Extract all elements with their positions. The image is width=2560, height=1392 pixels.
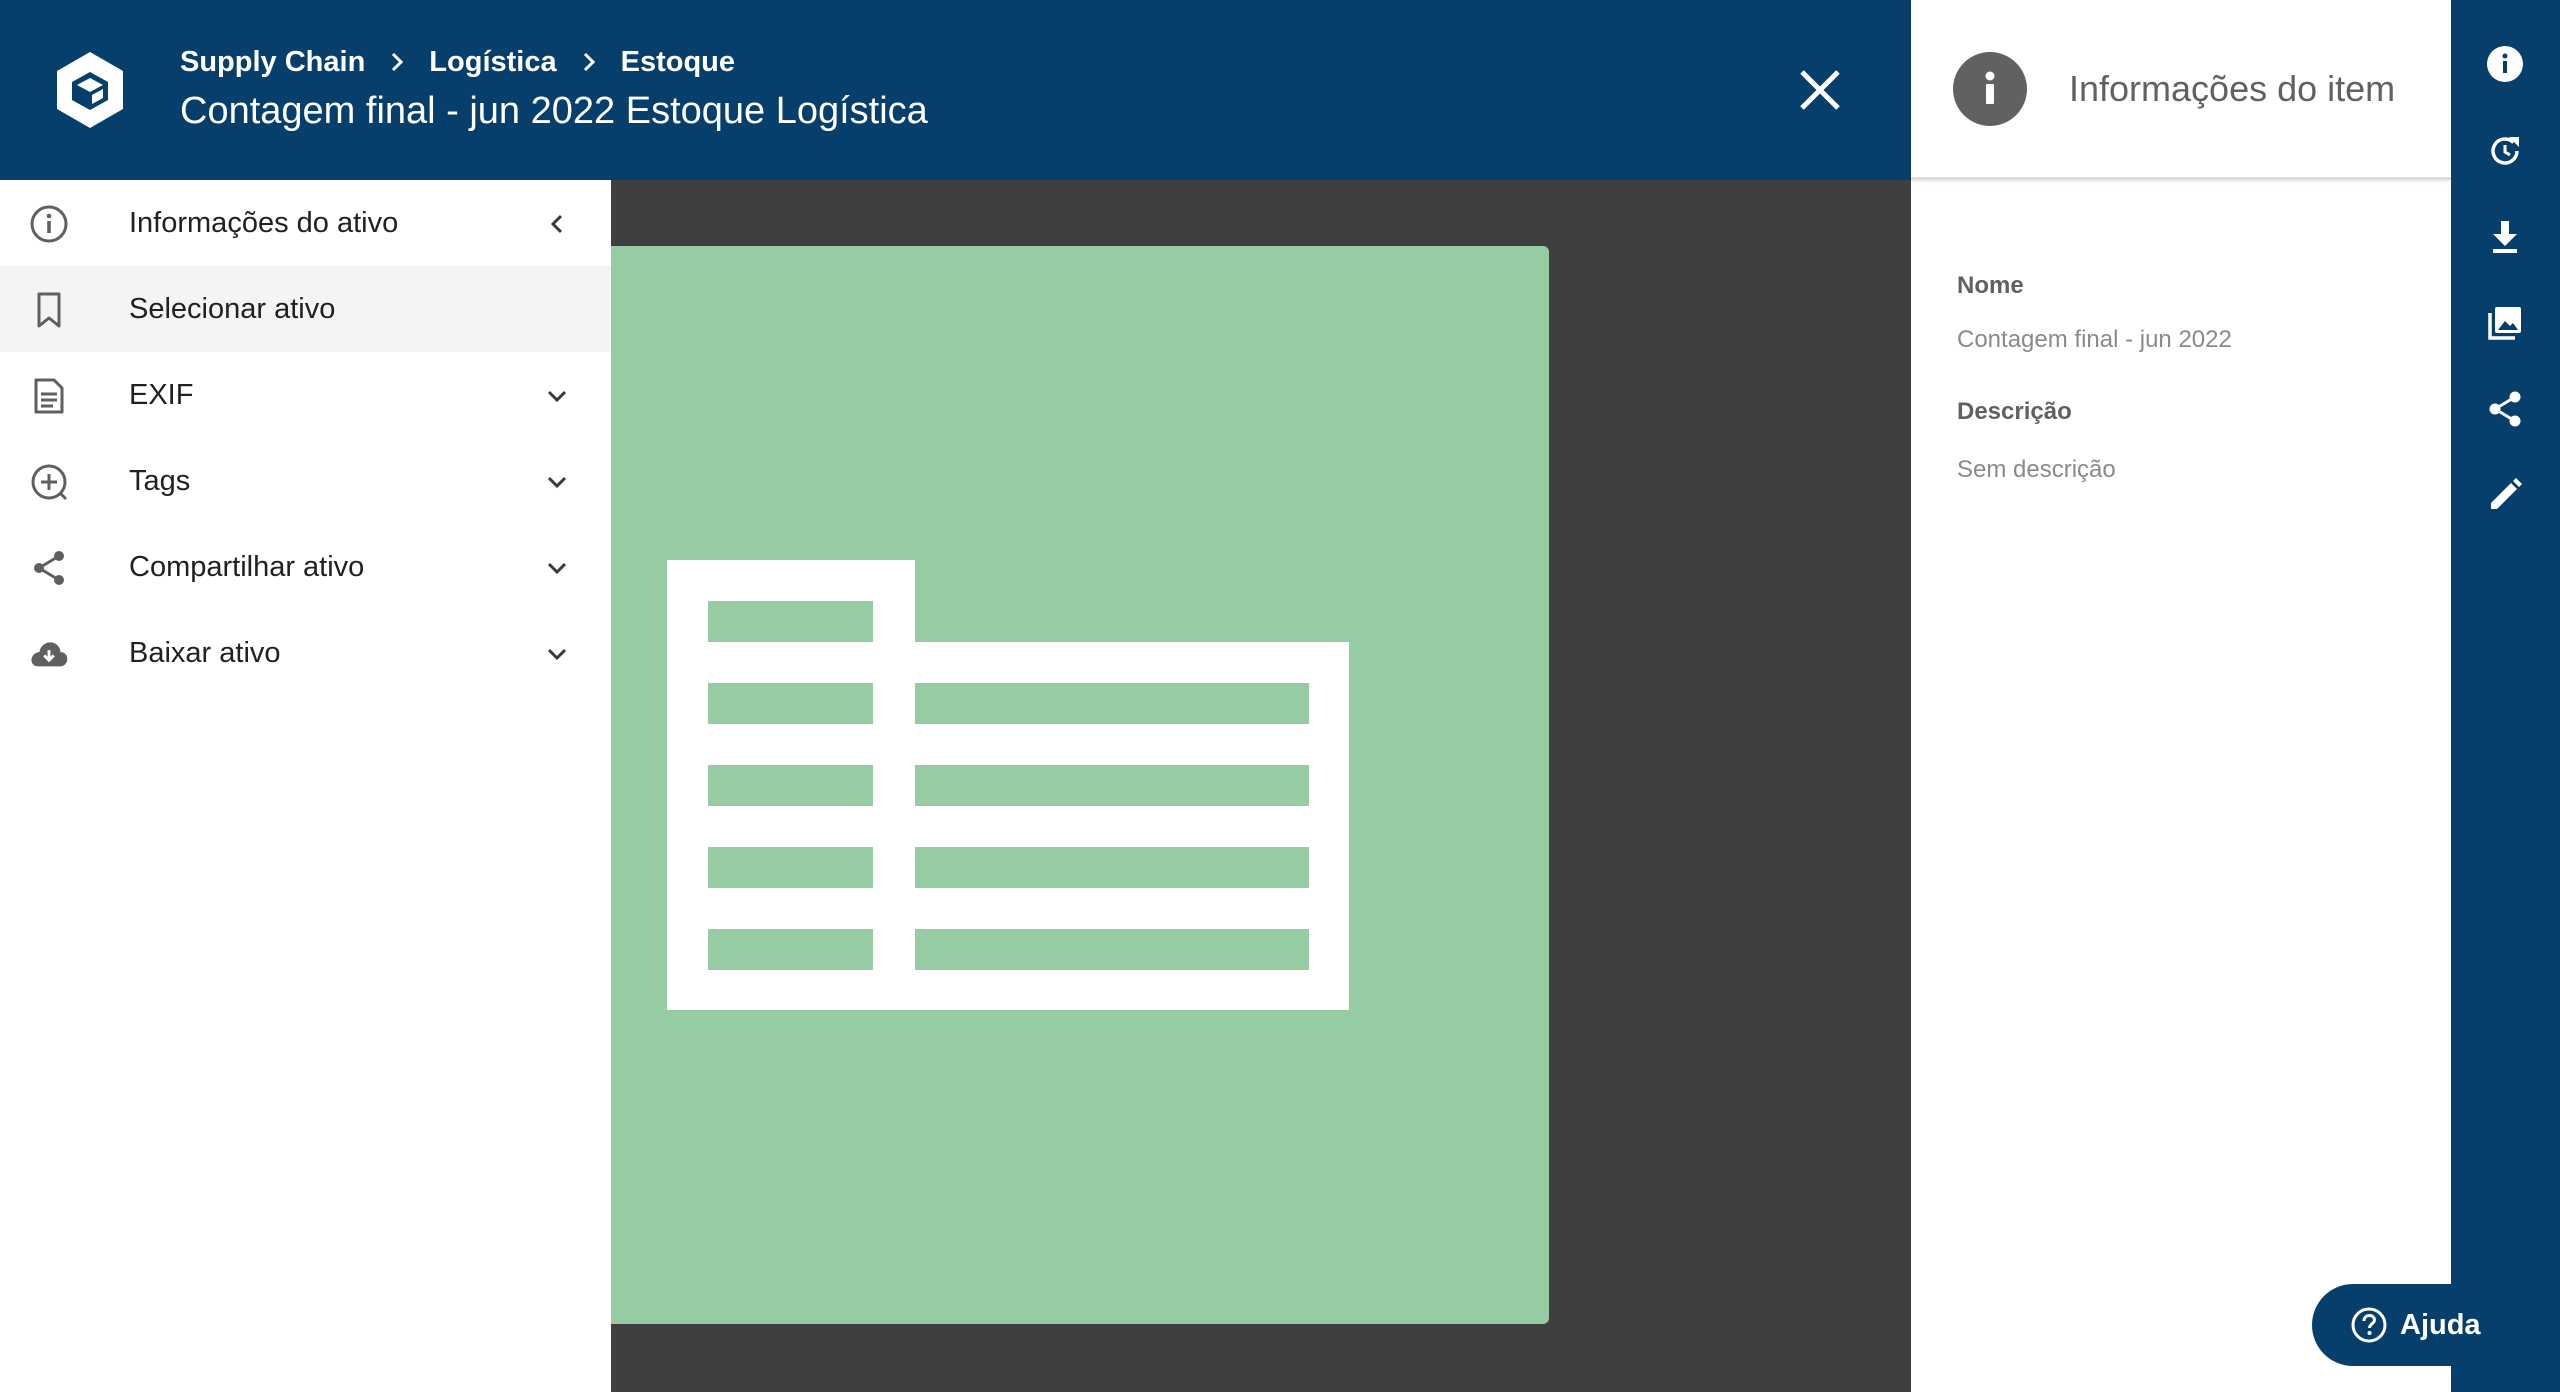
- chevron-right-icon: [389, 51, 405, 73]
- item-info-panel: Informações do item Nome Contagem final …: [1911, 0, 2451, 1392]
- chevron-down-icon[interactable]: [541, 466, 573, 498]
- breadcrumb-item-supply-chain[interactable]: Supply Chain: [180, 46, 365, 79]
- hexagon-logo-icon[interactable]: [53, 48, 127, 132]
- image-icon[interactable]: [2480, 298, 2530, 348]
- spreadsheet-icon: [667, 560, 1349, 1010]
- chevron-down-icon[interactable]: [541, 552, 573, 584]
- info-icon: [1953, 52, 2027, 126]
- add-circle-icon: [28, 461, 70, 503]
- bookmark-icon: [28, 289, 70, 331]
- sidebar-item-share-asset[interactable]: Compartilhar ativo: [0, 524, 611, 610]
- sidebar-item-download-asset[interactable]: Baixar ativo: [0, 610, 611, 696]
- sidebar-item-label: EXIF: [129, 378, 194, 411]
- share-icon: [28, 547, 70, 589]
- download-icon[interactable]: [2480, 212, 2530, 262]
- info-panel-title: Informações do item: [2069, 68, 2396, 109]
- chevron-right-icon: [581, 51, 597, 73]
- close-button[interactable]: [1790, 60, 1850, 120]
- breadcrumb: Supply Chain Logística Estoque: [180, 40, 735, 84]
- close-icon: [1800, 70, 1840, 110]
- help-circle-icon: [2351, 1307, 2387, 1343]
- info-icon[interactable]: [2480, 39, 2530, 89]
- sidebar-item-label: Compartilhar ativo: [129, 550, 365, 583]
- info-panel-header: Informações do item: [1911, 0, 2451, 180]
- share-icon[interactable]: [2480, 384, 2530, 434]
- edit-icon[interactable]: [2480, 470, 2530, 520]
- sidebar-item-label: Informações do ativo: [129, 206, 399, 239]
- field-label-name: Nome: [1957, 272, 2024, 299]
- chevron-down-icon[interactable]: [541, 638, 573, 670]
- asset-preview[interactable]: [611, 246, 1549, 1324]
- sidebar-item-tags[interactable]: Tags: [0, 438, 611, 524]
- asset-viewer: [611, 180, 1911, 1392]
- chevron-down-icon[interactable]: [541, 380, 573, 412]
- chevron-left-icon[interactable]: [541, 208, 573, 240]
- sidebar-item-label: Selecionar ativo: [129, 292, 336, 325]
- sidebar-item-exif[interactable]: EXIF: [0, 352, 611, 438]
- breadcrumb-item-estoque[interactable]: Estoque: [621, 46, 735, 79]
- info-outline-icon: [28, 203, 70, 245]
- breadcrumb-item-logistica[interactable]: Logística: [429, 46, 556, 79]
- sidebar-item-label: Baixar ativo: [129, 636, 281, 669]
- page-title: Contagem final - jun 2022 Estoque Logíst…: [180, 90, 928, 132]
- action-rail: [2451, 0, 2560, 1392]
- history-icon[interactable]: [2480, 126, 2530, 176]
- sidebar-item-asset-info[interactable]: Informações do ativo: [0, 180, 611, 266]
- field-label-description: Descrição: [1957, 398, 2072, 425]
- field-value-name: Contagem final - jun 2022: [1957, 326, 2232, 353]
- help-button-label: Ajuda: [2400, 1308, 2481, 1341]
- sidebar-item-select-asset[interactable]: Selecionar ativo: [0, 266, 611, 352]
- field-value-description: Sem descrição: [1957, 456, 2116, 483]
- cloud-download-icon: [28, 633, 70, 675]
- help-button[interactable]: Ajuda: [2312, 1284, 2512, 1366]
- asset-sidebar: Informações do ativo Selecionar ativo EX…: [0, 180, 611, 1392]
- document-icon: [28, 375, 70, 417]
- sidebar-item-label: Tags: [129, 464, 191, 497]
- header-bar: Supply Chain Logística Estoque Contagem …: [0, 0, 1911, 180]
